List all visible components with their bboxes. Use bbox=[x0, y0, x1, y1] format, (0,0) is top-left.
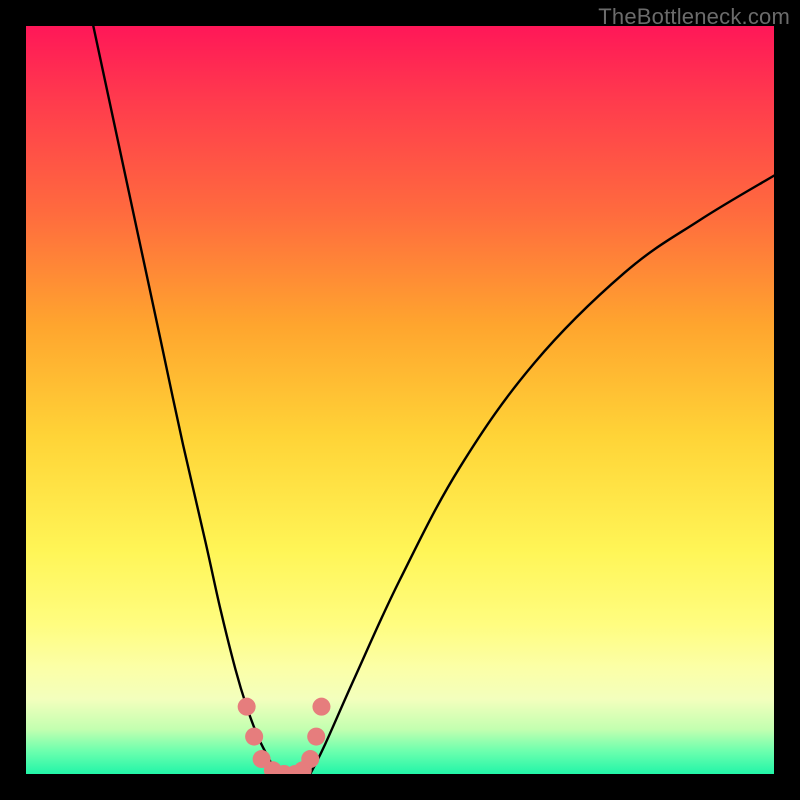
series-right-curve bbox=[310, 176, 774, 774]
plot-area bbox=[26, 26, 774, 774]
series-left-curve bbox=[93, 26, 276, 774]
data-marker bbox=[245, 728, 263, 746]
data-marker bbox=[307, 728, 325, 746]
chart-svg bbox=[26, 26, 774, 774]
data-marker bbox=[238, 698, 256, 716]
marker-group bbox=[238, 698, 331, 774]
data-marker bbox=[312, 698, 330, 716]
chart-frame: TheBottleneck.com bbox=[0, 0, 800, 800]
curve-group bbox=[93, 26, 774, 774]
data-marker bbox=[301, 750, 319, 768]
